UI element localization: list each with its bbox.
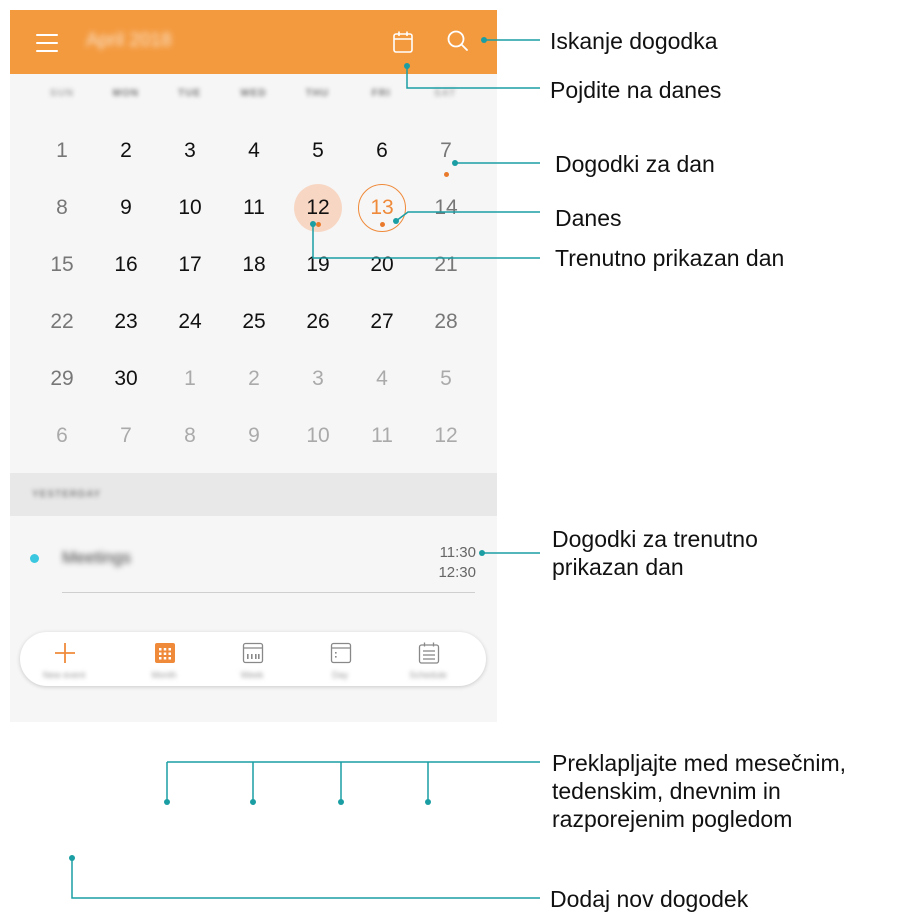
callout-line: prikazan dan	[552, 554, 684, 580]
callout-events-for-day: Dogodki za dan	[555, 151, 715, 177]
callout-line: tedenskim, dnevnim in	[552, 778, 781, 804]
callout-events-current-day: Dogodki za trenutno prikazan dan	[552, 525, 758, 581]
callout-current-day: Trenutno prikazan dan	[555, 245, 785, 271]
callout-switch-views: Preklapljajte med mesečnim, tedenskim, d…	[552, 749, 846, 833]
callout-search: Iskanje dogodka	[550, 28, 718, 54]
callout-go-to-today: Pojdite na danes	[550, 77, 722, 103]
callout-add-event: Dodaj nov dogodek	[550, 886, 749, 912]
callout-line: Preklapljajte med mesečnim,	[552, 750, 847, 776]
callout-line: razporejenim pogledom	[552, 806, 793, 832]
callout-today: Danes	[555, 205, 622, 231]
callout-line: Dogodki za trenutno	[552, 526, 758, 552]
